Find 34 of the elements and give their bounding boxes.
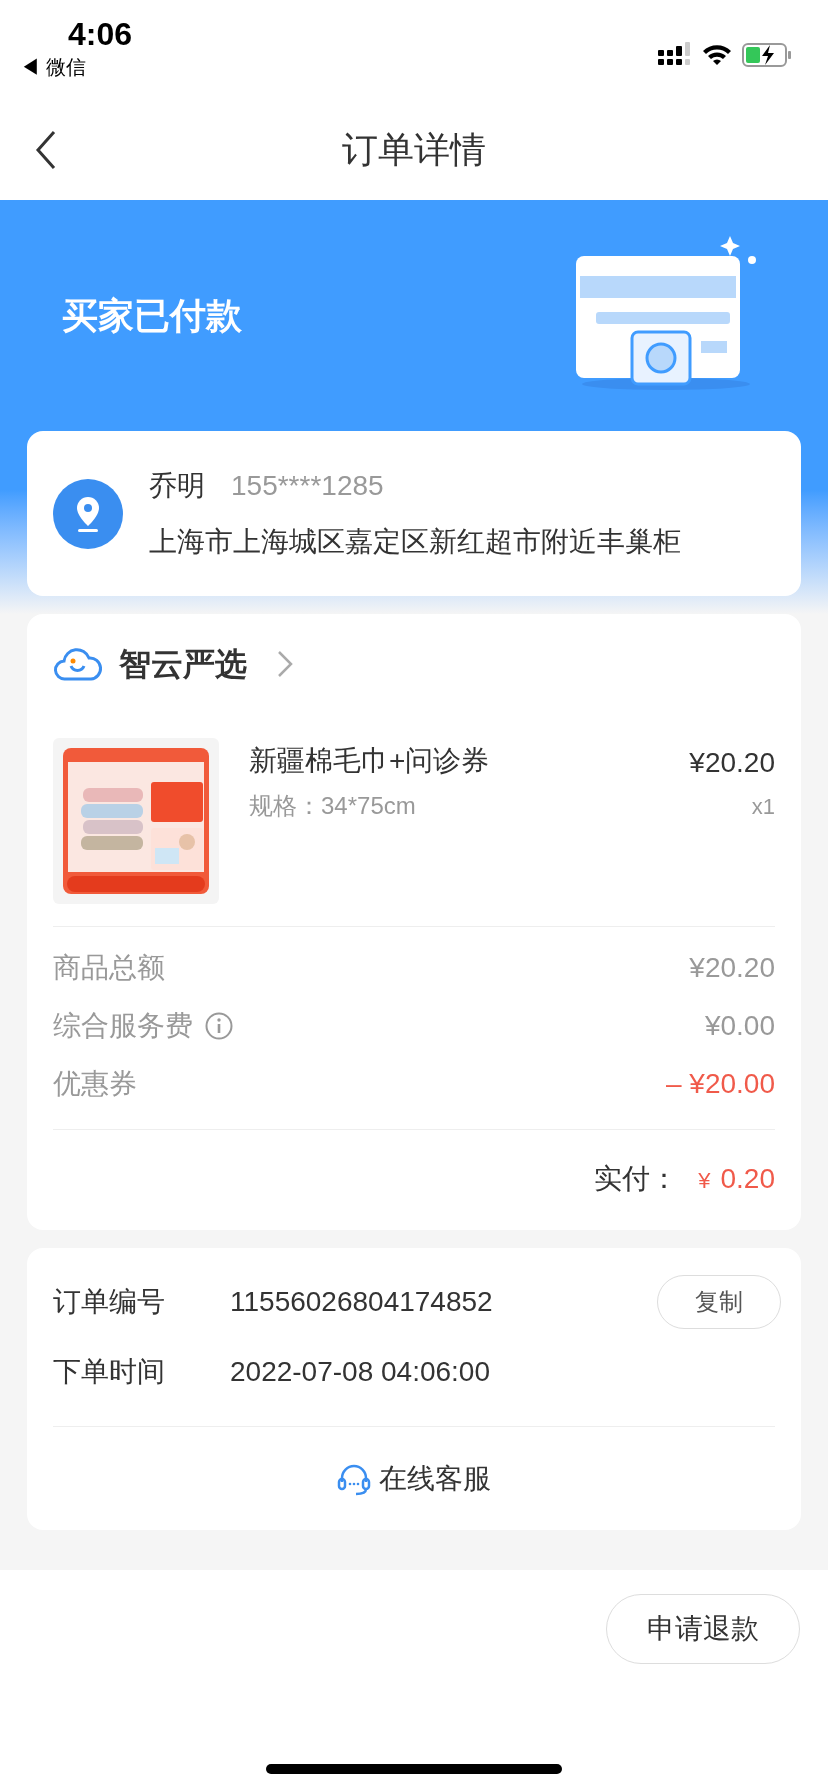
status-time: 4:06	[68, 15, 133, 54]
fee-label: 综合服务费	[53, 1009, 193, 1043]
address-card[interactable]: 乔明 155****1285 上海市上海城区嘉定区新红超市附近丰巢柜	[27, 431, 801, 596]
info-label: 下单时间	[53, 1355, 166, 1389]
info-value: 11556026804174852	[230, 1285, 494, 1319]
recipient-name: 乔明	[149, 468, 205, 503]
paid-label: 实付：	[594, 1162, 679, 1196]
store-name[interactable]: 智云严选	[119, 640, 247, 688]
product-spec: 规格：34*75cm	[249, 791, 417, 821]
product-title: 新疆棉毛巾+问诊券	[249, 744, 491, 778]
product-price: ¥20.20	[689, 746, 775, 780]
info-value: 2022-07-08 04:06:00	[230, 1355, 491, 1389]
info-icon[interactable]	[205, 1012, 233, 1040]
back-to-app-link[interactable]: ◀ 微信	[20, 54, 133, 80]
page-title: 订单详情	[342, 128, 486, 172]
cloud-logo-icon	[53, 646, 103, 682]
product-quantity: x1	[751, 793, 775, 821]
order-status: 买家已付款	[62, 293, 242, 338]
fee-label: 优惠券	[53, 1067, 137, 1101]
paid-amount: ¥ 0.20	[698, 1162, 775, 1196]
fee-value: – ¥20.00	[666, 1067, 775, 1101]
online-service-link[interactable]: 在线客服	[379, 1457, 491, 1500]
delivery-address: 上海市上海城区嘉定区新红超市附近丰巢柜	[149, 524, 681, 559]
recipient-phone: 155****1285	[231, 468, 384, 503]
fee-value: ¥20.20	[689, 951, 775, 985]
wifi-icon	[702, 43, 732, 67]
location-icon	[53, 478, 123, 549]
fee-label: 商品总额	[53, 951, 165, 985]
fee-value: ¥0.00	[704, 1009, 775, 1043]
info-label: 订单编号	[53, 1285, 166, 1319]
chevron-right-icon[interactable]	[277, 650, 293, 678]
signal-icon	[658, 42, 692, 68]
back-icon[interactable]	[34, 130, 58, 170]
battery-charging-icon	[742, 43, 792, 67]
